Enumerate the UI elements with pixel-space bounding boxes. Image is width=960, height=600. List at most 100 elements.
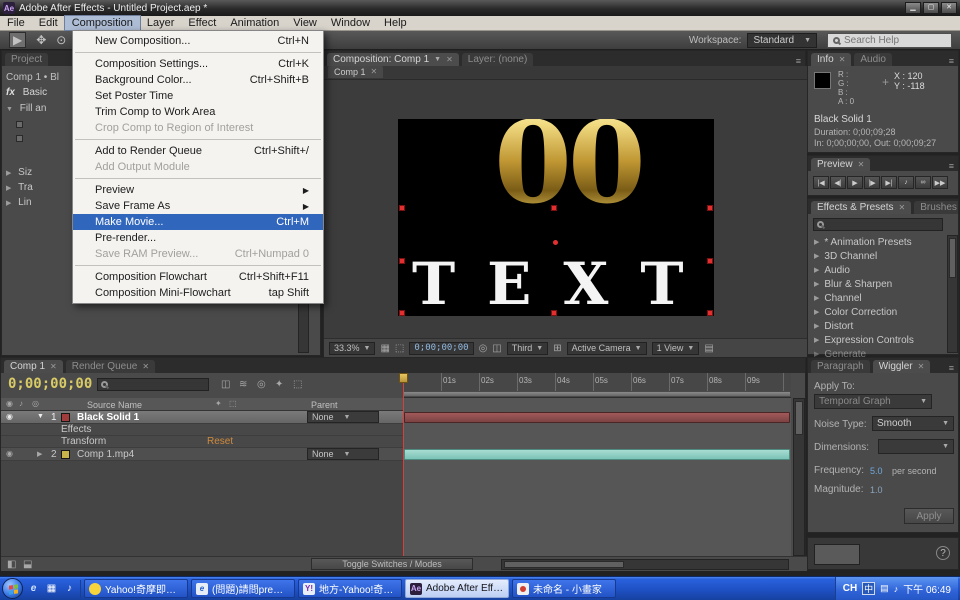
checkbox[interactable]	[16, 121, 23, 128]
property-group-label[interactable]: Effects	[61, 424, 91, 435]
layer-color-chip[interactable]	[61, 450, 70, 459]
zoom-tool[interactable]: ⊙	[56, 33, 66, 47]
frequency-value[interactable]: 5.0	[870, 466, 883, 476]
snapshot-icon[interactable]: ◎	[479, 343, 488, 354]
reset-link[interactable]: Reset	[207, 436, 233, 447]
menu-help[interactable]: Help	[377, 16, 414, 30]
workspace-select[interactable]: Standard ▼	[747, 33, 817, 48]
apply-to-select[interactable]: Temporal Graph ▼	[814, 394, 932, 409]
close-icon[interactable]: ✕	[371, 67, 378, 77]
play-button[interactable]: ▶	[847, 176, 863, 189]
menu-item-set-poster-time[interactable]: Set Poster Time	[73, 88, 323, 104]
resolution-select[interactable]: Third ▼	[507, 342, 548, 355]
panel-menu-icon[interactable]: ≡	[945, 56, 958, 66]
chevron-right-icon[interactable]: ▶	[814, 280, 819, 288]
menu-item-composition-mini-flowchart[interactable]: Composition Mini-Flowchart tap Shift	[73, 285, 323, 301]
menu-edit[interactable]: Edit	[32, 16, 65, 30]
close-icon[interactable]: ✕	[142, 362, 149, 371]
effects-category-channel[interactable]: ▶Channel	[808, 291, 948, 305]
taskbar-button-yahoo-messenger[interactable]: Yahoo!奇摩即時通	[84, 579, 188, 598]
timeline-horizontal-scrollbar[interactable]	[501, 559, 789, 570]
property-row-effects[interactable]: Effects	[1, 424, 403, 436]
close-icon[interactable]: ✕	[918, 362, 925, 371]
composition-canvas[interactable]: 00 TEXT	[398, 119, 714, 316]
start-button[interactable]	[2, 578, 23, 599]
menu-item-composition-settings[interactable]: Composition Settings... Ctrl+K	[73, 56, 323, 72]
menu-layer[interactable]: Layer	[140, 16, 182, 30]
panel-menu-icon[interactable]: ≡	[945, 363, 958, 373]
subtab-comp1[interactable]: Comp 1 ✕	[328, 66, 383, 78]
current-time-indicator-head[interactable]	[399, 373, 408, 383]
property-group-transform[interactable]: ▶ Tra	[6, 182, 33, 193]
taskbar-button-after-effects[interactable]: Ae Adobe After Effe...	[405, 579, 509, 598]
selection-handle[interactable]	[707, 258, 713, 264]
effects-category-distort[interactable]: ▶Distort	[808, 319, 948, 333]
eye-icon[interactable]: ◉	[6, 412, 13, 421]
hand-tool[interactable]: ✥	[36, 33, 46, 47]
zoom-out-icon[interactable]: ⬓	[23, 559, 32, 570]
layer-name[interactable]: Comp 1.mp4	[77, 449, 134, 460]
chevron-right-icon[interactable]: ▶	[6, 200, 11, 207]
ram-preview-button[interactable]: ▶▶	[932, 176, 948, 189]
taskbar-button-paint[interactable]: 未命名 - 小畫家	[512, 579, 616, 598]
menu-item-pre-render[interactable]: Pre-render...	[73, 230, 323, 246]
chevron-down-icon[interactable]: ▼	[6, 106, 13, 113]
previous-frame-button[interactable]: ◀|	[830, 176, 846, 189]
menu-window[interactable]: Window	[324, 16, 377, 30]
effects-category-3d-channel[interactable]: ▶3D Channel	[808, 249, 948, 263]
tab-paragraph[interactable]: Paragraph	[811, 360, 870, 373]
selection-handle[interactable]	[399, 310, 405, 316]
close-icon[interactable]: ✕	[839, 55, 846, 64]
selection-handle[interactable]	[551, 310, 557, 316]
keyboard-icon[interactable]: ▤	[880, 583, 889, 594]
region-of-interest-icon[interactable]: ⊞	[553, 343, 561, 354]
safe-areas-icon[interactable]: ▦	[380, 343, 389, 354]
view-layout-select[interactable]: 1 View ▼	[652, 342, 700, 355]
tab-info[interactable]: Info ✕	[811, 53, 851, 66]
effects-category-blur-sharpen[interactable]: ▶Blur & Sharpen	[808, 277, 948, 291]
panel-menu-icon[interactable]: ≡	[792, 56, 805, 66]
flowchart-thumbnail[interactable]	[814, 544, 860, 565]
close-icon[interactable]: ✕	[858, 160, 865, 169]
menu-effect[interactable]: Effect	[181, 16, 223, 30]
property-group-label[interactable]: Transform	[61, 436, 106, 447]
menu-item-background-color[interactable]: Background Color... Ctrl+Shift+B	[73, 72, 323, 88]
timeline-search-input[interactable]	[111, 380, 201, 390]
effects-category-audio[interactable]: ▶Audio	[808, 263, 948, 277]
help-icon[interactable]: ?	[936, 546, 950, 560]
grid-icon[interactable]: ⬚	[395, 343, 404, 354]
menu-item-add-to-render-queue[interactable]: Add to Render Queue Ctrl+Shift+/	[73, 143, 323, 159]
ime-indicator[interactable]: 中	[862, 582, 875, 595]
motion-blur-icon[interactable]: ✦	[275, 379, 283, 390]
tab-effects-presets[interactable]: Effects & Presets ✕	[811, 201, 911, 214]
layer-color-chip[interactable]	[61, 413, 70, 422]
layer-row-comp1-mp4[interactable]: ◉ ▶ 2 Comp 1.mp4 None ▼	[1, 448, 403, 461]
close-icon[interactable]: ✕	[50, 362, 57, 371]
property-group-size[interactable]: ▶ Siz	[6, 167, 32, 178]
chevron-right-icon[interactable]: ▶	[6, 185, 11, 192]
menu-composition[interactable]: Composition	[65, 16, 140, 30]
loop-button[interactable]: ∞	[915, 176, 931, 189]
property-group-line[interactable]: ▶ Lin	[6, 197, 32, 208]
menu-item-preview[interactable]: Preview ▶	[73, 182, 323, 198]
chevron-right-icon[interactable]: ▶	[814, 252, 819, 260]
chevron-right-icon[interactable]: ▶	[814, 336, 819, 344]
eye-icon[interactable]: ◉	[6, 449, 13, 458]
current-time-indicator[interactable]	[403, 373, 404, 556]
effects-search-box[interactable]	[813, 218, 943, 231]
tab-layer-none[interactable]: Layer: (none)	[462, 53, 533, 66]
chevron-right-icon[interactable]: ▶	[814, 308, 819, 316]
close-icon[interactable]: ✕	[899, 203, 906, 212]
menu-item-trim-comp-to-work-area[interactable]: Trim Comp to Work Area	[73, 104, 323, 120]
tab-audio[interactable]: Audio	[854, 53, 892, 66]
property-row-transform[interactable]: Transform Reset	[1, 436, 403, 448]
menu-file[interactable]: File	[0, 16, 32, 30]
tab-brushes[interactable]: Brushes	[914, 201, 958, 214]
composition-mini-flowchart-icon[interactable]: ◫	[221, 379, 230, 390]
selection-handle[interactable]	[399, 258, 405, 264]
volume-icon[interactable]: ♪	[894, 584, 899, 594]
twirl-down-icon[interactable]: ▼	[37, 413, 44, 420]
chevron-right-icon[interactable]: ▶	[814, 238, 819, 246]
noise-type-select[interactable]: Smooth ▼	[872, 416, 954, 431]
work-area-bar[interactable]	[403, 391, 791, 397]
